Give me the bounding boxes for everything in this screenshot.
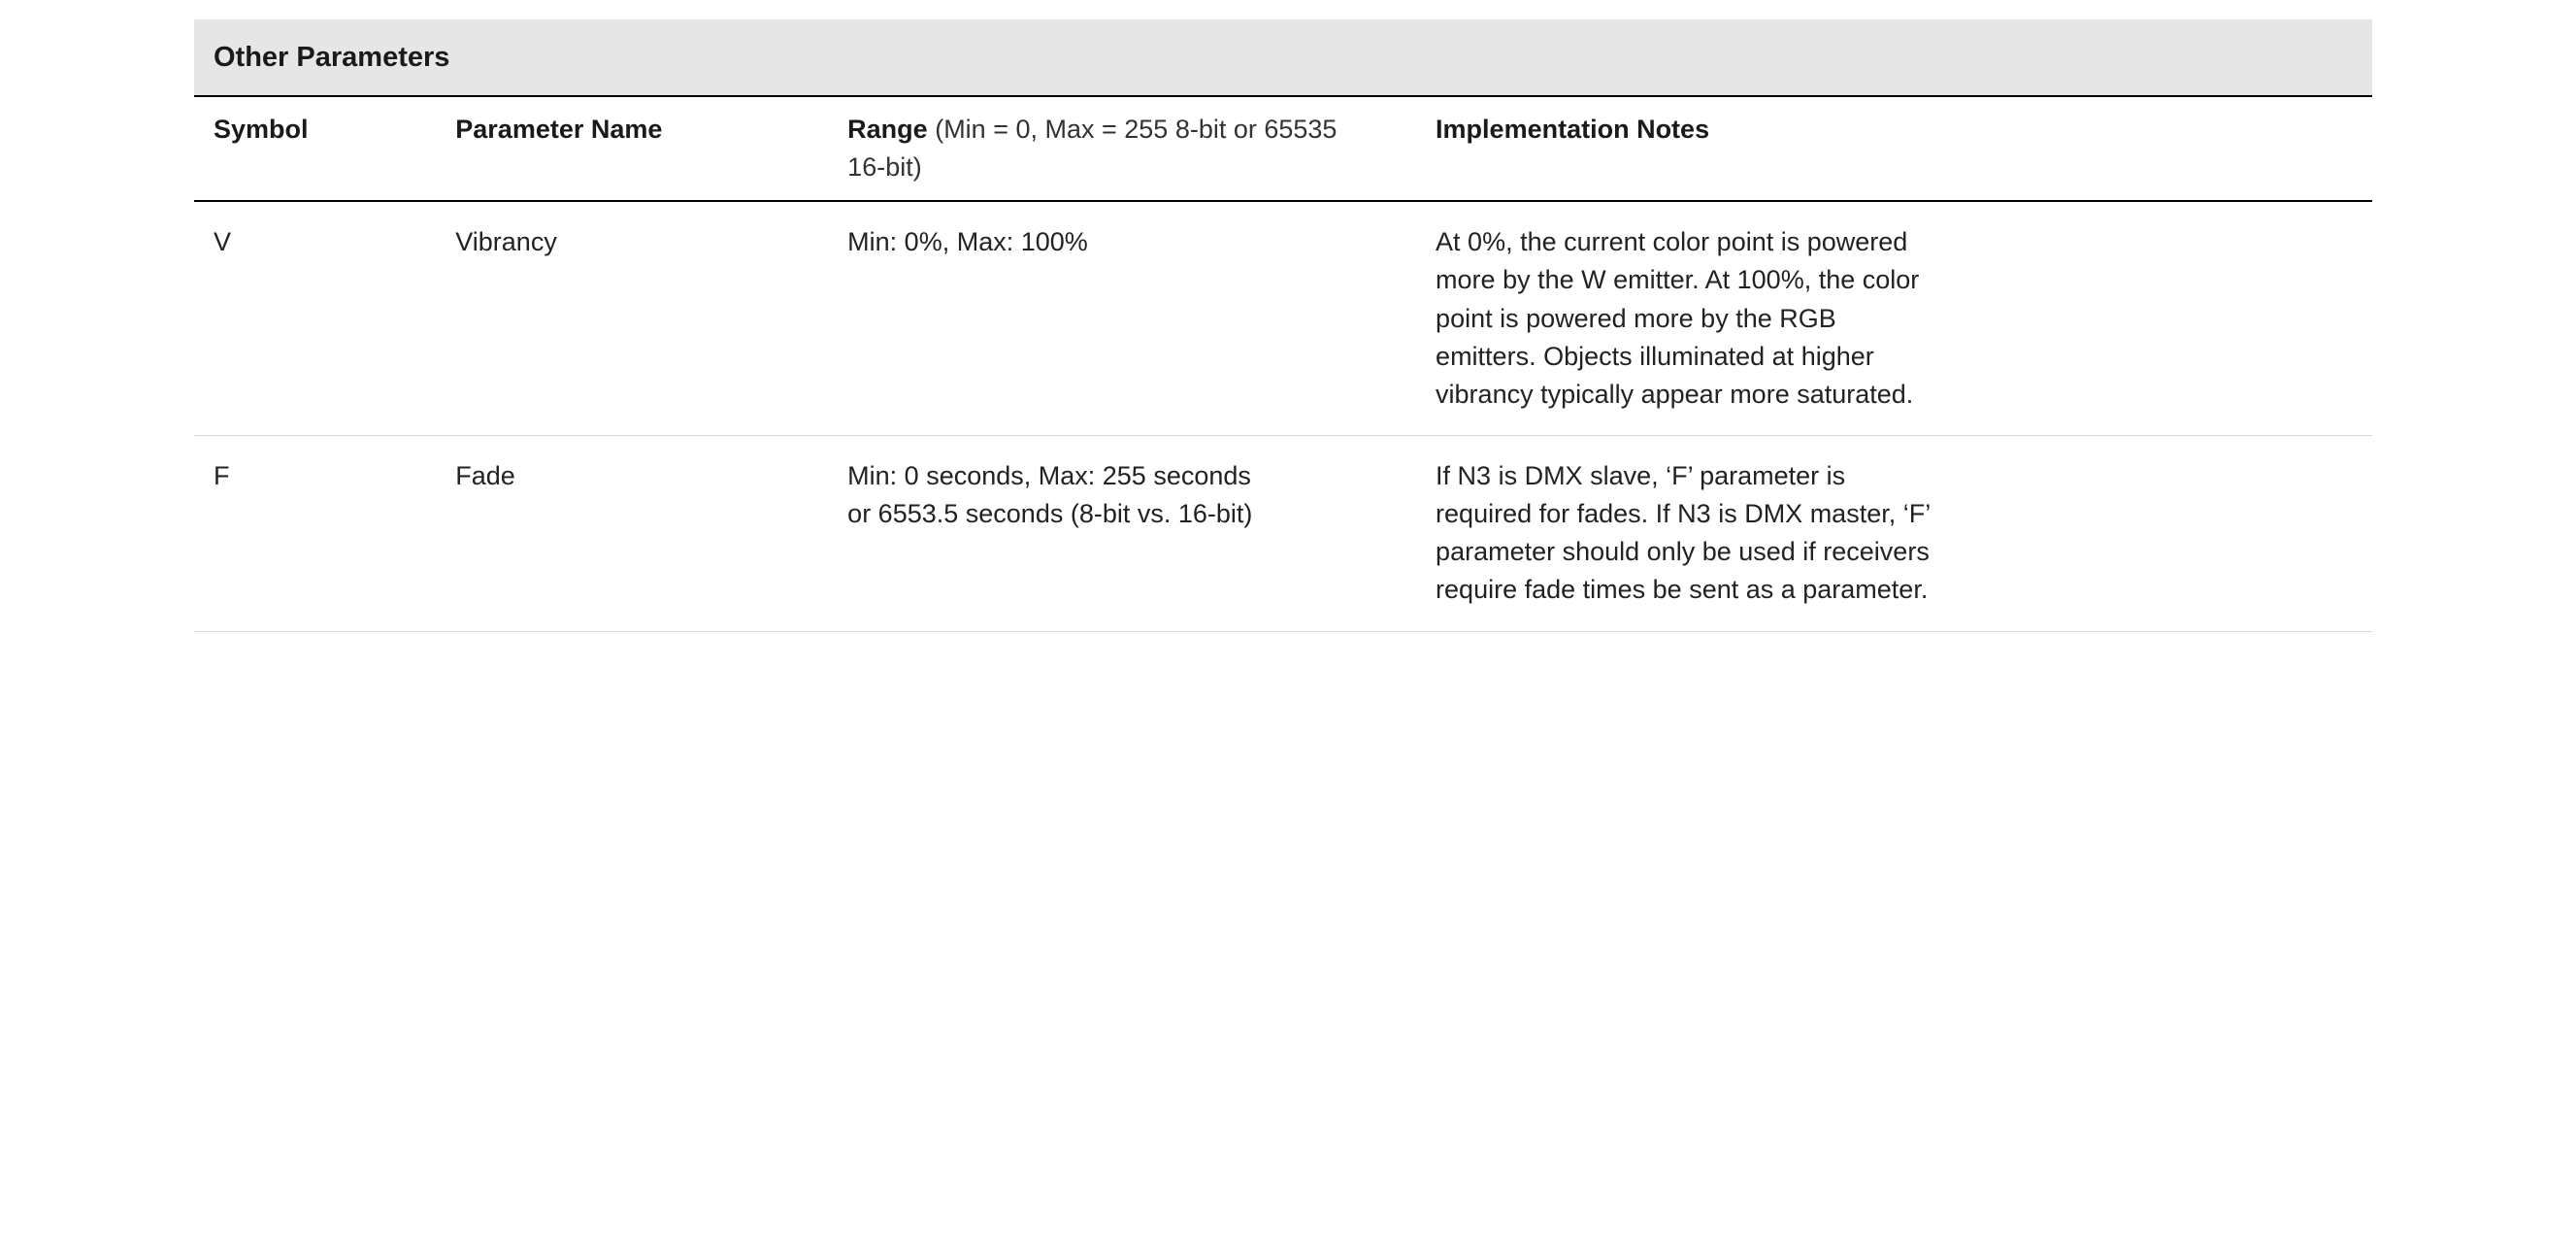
page: Other Parameters Symbol Parameter Name R… (0, 0, 2576, 1235)
header-range-label: Range (847, 115, 928, 144)
cell-range-text: Min: 0 seconds, Max: 255 seconds or 6553… (847, 457, 1255, 533)
table-title-row: Other Parameters (194, 19, 2372, 96)
cell-range-text: Min: 0%, Max: 100% (847, 223, 1255, 261)
table-row: V Vibrancy Min: 0%, Max: 100% At 0%, the… (194, 201, 2372, 435)
cell-parameter-name: Vibrancy (455, 201, 847, 435)
cell-notes: At 0%, the current color point is powere… (1436, 201, 2372, 435)
header-parameter-name-label: Parameter Name (455, 115, 662, 144)
cell-parameter-name: Fade (455, 436, 847, 632)
table-row: F Fade Min: 0 seconds, Max: 255 seconds … (194, 436, 2372, 632)
cell-range: Min: 0%, Max: 100% (847, 201, 1436, 435)
cell-notes: If N3 is DMX slave, ‘F’ parameter is req… (1436, 436, 2372, 632)
header-symbol: Symbol (194, 96, 455, 201)
header-notes-label: Implementation Notes (1436, 115, 1709, 144)
cell-range: Min: 0 seconds, Max: 255 seconds or 6553… (847, 436, 1436, 632)
header-range: Range (Min = 0, Max = 255 8‑bit or 65535… (847, 96, 1436, 201)
header-symbol-label: Symbol (214, 115, 309, 144)
cell-notes-text: At 0%, the current color point is powere… (1436, 223, 1940, 414)
header-parameter-name: Parameter Name (455, 96, 847, 201)
parameters-table: Other Parameters Symbol Parameter Name R… (194, 19, 2372, 632)
table-header-row: Symbol Parameter Name Range (Min = 0, Ma… (194, 96, 2372, 201)
header-notes: Implementation Notes (1436, 96, 2372, 201)
table-title: Other Parameters (194, 19, 2372, 96)
cell-symbol: F (194, 436, 455, 632)
cell-notes-text: If N3 is DMX slave, ‘F’ parameter is req… (1436, 457, 1940, 610)
cell-symbol: V (194, 201, 455, 435)
